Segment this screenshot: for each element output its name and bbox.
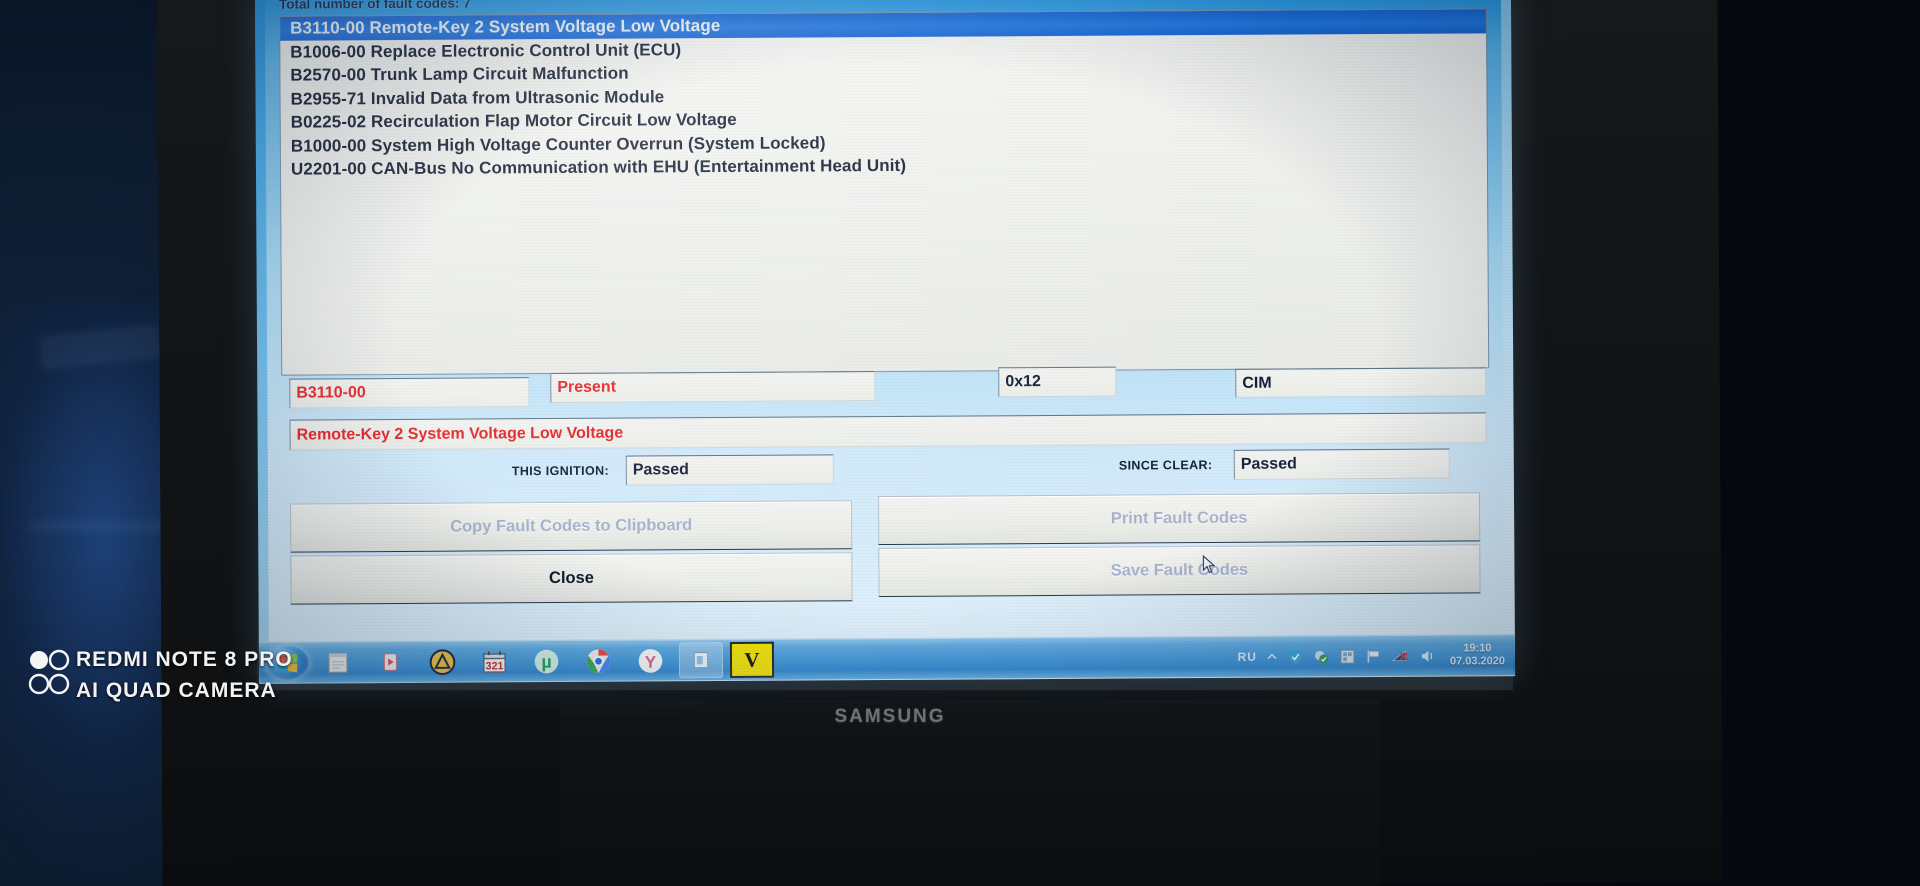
print-fault-codes-button[interactable]: Print Fault Codes <box>877 492 1481 546</box>
clock-time: 19:10 <box>1463 642 1492 655</box>
update-icon[interactable] <box>1339 648 1356 665</box>
watermark-line-1: REDMI NOTE 8 PRO <box>76 648 293 671</box>
calendar-icon[interactable]: 321 <box>471 644 517 678</box>
notepad-icon[interactable] <box>315 645 361 679</box>
volume-icon[interactable] <box>1419 647 1437 664</box>
chrome-icon[interactable] <box>575 644 621 678</box>
save-fault-codes-button[interactable]: Save Fault Codes <box>878 544 1481 598</box>
photo-of-monitor: SAMSUNG Total number of fault codes: 7 B… <box>0 0 1920 886</box>
fault-module-field: CIM <box>1235 367 1487 398</box>
total-fault-codes-label: Total number of fault codes: 7 <box>278 0 471 12</box>
svg-text:µ: µ <box>541 651 551 671</box>
chevron-up-icon[interactable] <box>1266 651 1278 663</box>
triangle-app-icon[interactable] <box>419 645 465 679</box>
language-indicator[interactable]: RU <box>1238 650 1257 664</box>
shield-icon[interactable] <box>1287 648 1304 665</box>
flag-icon[interactable] <box>1365 647 1382 664</box>
fault-status-field: Present <box>550 371 876 404</box>
system-tray: RU 19:10 07.03.2020 <box>1237 635 1511 677</box>
media-player-icon[interactable] <box>367 645 413 679</box>
svg-text:321: 321 <box>485 660 503 672</box>
mouse-cursor <box>1202 554 1216 574</box>
utorrent-icon[interactable]: µ <box>523 644 569 678</box>
this-ignition-field: Passed <box>625 454 834 486</box>
window-task-icon[interactable] <box>678 641 724 679</box>
fault-code-dialog: Total number of fault codes: 7 B3110-00 … <box>264 0 1505 642</box>
diagnostic-app-icon[interactable]: V <box>729 641 775 678</box>
camera-watermark-text: REDMI NOTE 8 PRO AI QUAD CAMERA <box>76 644 293 706</box>
since-clear-field: Passed <box>1233 448 1450 480</box>
monitor-screen: Total number of fault codes: 7 B3110-00 … <box>254 0 1516 684</box>
copy-fault-codes-button[interactable]: Copy Fault Codes to Clipboard <box>290 500 853 553</box>
windows-taskbar[interactable]: 321 µ Y V RU 19:10 07.03.2020 <box>258 634 1516 683</box>
clock-date: 07.03.2020 <box>1449 655 1506 668</box>
svg-text:Y: Y <box>644 652 655 671</box>
taskbar-clock[interactable]: 19:10 07.03.2020 <box>1450 642 1505 668</box>
network-disconnected-icon[interactable] <box>1391 647 1410 664</box>
fault-code-field: B3110-00 <box>289 377 530 409</box>
monitor-brand-label: SAMSUNG <box>834 706 946 727</box>
fault-description-field: Remote-Key 2 System Voltage Low Voltage <box>289 412 1487 451</box>
diagnostic-app-letter: V <box>729 641 775 678</box>
watermark-line-2: AI QUAD CAMERA <box>76 679 277 702</box>
yandex-browser-icon[interactable]: Y <box>627 643 673 677</box>
camera-watermark-logo <box>28 649 70 695</box>
fault-raw-value-field: 0x12 <box>998 366 1117 398</box>
since-clear-label: SINCE CLEAR: <box>1118 458 1213 473</box>
close-button[interactable]: Close <box>290 552 853 605</box>
fault-code-list[interactable]: B3110-00 Remote-Key 2 System Voltage Low… <box>279 8 1490 376</box>
this-ignition-label: THIS IGNITION: <box>511 463 610 479</box>
antivirus-icon[interactable] <box>1313 648 1330 665</box>
